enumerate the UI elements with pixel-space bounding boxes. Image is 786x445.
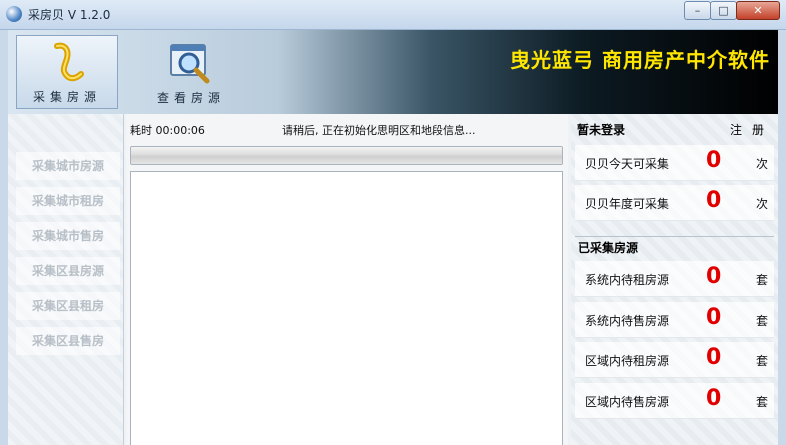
maximize-button[interactable]: □ (710, 1, 737, 20)
left-nav: 采集城市房源 采集城市租房 采集城市售房 采集区县房源 采集区县租房 采集区县售… (8, 114, 124, 445)
minimize-button[interactable]: – (684, 1, 711, 20)
golden-hook-icon (54, 42, 84, 82)
magnifier-icon (170, 44, 210, 84)
quota-row: 贝贝年度可采集 0 次 (575, 185, 774, 221)
title-bar: 采房贝 V 1.2.0 – □ ✕ (0, 0, 786, 30)
collected-value: 0 (706, 345, 722, 370)
quota-row: 贝贝今天可采集 0 次 (575, 145, 774, 181)
close-button[interactable]: ✕ (736, 1, 780, 20)
register-link[interactable]: 注册 (730, 121, 774, 138)
nav-item-city-listings[interactable]: 采集城市房源 (16, 152, 120, 180)
main-area: 采集城市房源 采集城市租房 采集城市售房 采集区县房源 采集区县租房 采集区县售… (8, 114, 778, 445)
collected-label: 区域内待租房源 (585, 354, 670, 368)
collected-value: 0 (706, 305, 722, 330)
login-status: 暂未登录 (577, 123, 626, 137)
collect-listings-button[interactable]: 采集房源 (16, 35, 118, 109)
quota-unit: 次 (755, 197, 768, 211)
collected-section-title: 已采集房源 (578, 241, 639, 255)
center-panel: 耗时 00:00:06 请稍后, 正在初始化思明区和地段信息... (126, 114, 568, 445)
toolbar: 采集房源 查看房源 曳光蓝弓 商用房产中介软件 (8, 30, 778, 114)
quota-value: 0 (706, 188, 722, 213)
collected-row: 系统内待售房源 0 套 (575, 302, 774, 338)
collected-row: 系统内待租房源 0 套 (575, 261, 774, 297)
quota-unit: 次 (755, 157, 768, 171)
section-divider (575, 236, 774, 237)
collected-row: 区域内待租房源 0 套 (575, 342, 774, 378)
window-title: 采房贝 V 1.2.0 (28, 8, 111, 22)
quota-label: 贝贝今天可采集 (585, 157, 670, 171)
quota-label: 贝贝年度可采集 (585, 197, 670, 211)
collected-value: 0 (706, 264, 722, 289)
right-panel: 暂未登录 注册 贝贝今天可采集 0 次 贝贝年度可采集 0 次 已采集房源 系统… (571, 114, 778, 445)
collected-label: 系统内待售房源 (585, 314, 670, 328)
collected-unit: 套 (755, 273, 768, 287)
view-listings-button[interactable]: 查看房源 (140, 35, 242, 109)
banner-slogan: 曳光蓝弓 商用房产中介软件 (510, 48, 770, 72)
elapsed-time: 耗时 00:00:06 (130, 124, 205, 137)
collected-row: 区域内待售房源 0 套 (575, 383, 774, 419)
view-listings-label: 查看房源 (156, 91, 225, 105)
window-controls: – □ ✕ (684, 1, 780, 20)
status-message: 请稍后, 正在初始化思明区和地段信息... (282, 124, 476, 137)
nav-item-city-rentals[interactable]: 采集城市租房 (16, 187, 120, 215)
collected-label: 系统内待租房源 (585, 273, 670, 287)
quota-value: 0 (706, 148, 722, 173)
app-icon (6, 6, 22, 22)
nav-item-city-sales[interactable]: 采集城市售房 (16, 222, 120, 250)
log-area[interactable] (130, 171, 563, 445)
progress-bar (130, 146, 563, 165)
collect-listings-label: 采集房源 (32, 90, 101, 104)
collected-unit: 套 (755, 314, 768, 328)
collected-unit: 套 (755, 395, 768, 409)
nav-item-district-sales[interactable]: 采集区县售房 (16, 327, 120, 355)
collected-unit: 套 (755, 354, 768, 368)
collected-value: 0 (706, 386, 722, 411)
nav-item-district-rentals[interactable]: 采集区县租房 (16, 292, 120, 320)
collected-label: 区域内待售房源 (585, 395, 670, 409)
nav-item-district-listings[interactable]: 采集区县房源 (16, 257, 120, 285)
